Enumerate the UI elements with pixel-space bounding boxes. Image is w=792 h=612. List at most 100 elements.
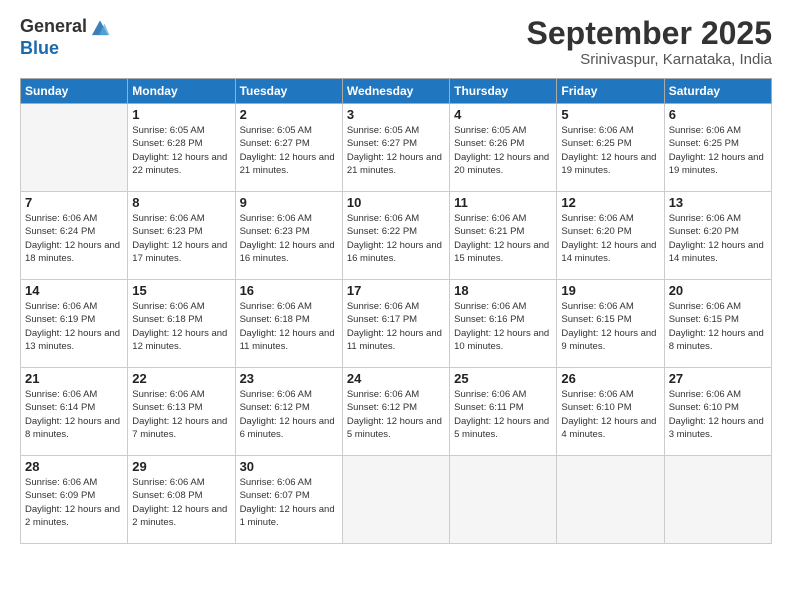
day-info: Sunrise: 6:06 AMSunset: 6:25 PMDaylight:… xyxy=(669,124,767,177)
calendar-cell: 22 Sunrise: 6:06 AMSunset: 6:13 PMDayligh… xyxy=(128,368,235,456)
calendar-cell: 26 Sunrise: 6:06 AMSunset: 6:10 PMDayligh… xyxy=(557,368,664,456)
day-number: 30 xyxy=(240,459,338,474)
calendar-cell xyxy=(342,456,449,544)
day-number: 16 xyxy=(240,283,338,298)
calendar-cell: 17 Sunrise: 6:06 AMSunset: 6:17 PMDayligh… xyxy=(342,280,449,368)
calendar-cell: 5Sunrise: 6:06 AMSunset: 6:25 PMDaylight… xyxy=(557,104,664,192)
calendar-cell: 13 Sunrise: 6:06 AMSunset: 6:20 PMDayligh… xyxy=(664,192,771,280)
header-saturday: Saturday xyxy=(664,79,771,104)
logo-text: General Blue xyxy=(20,16,111,60)
calendar-cell: 19Sunrise: 6:06 AMSunset: 6:15 PMDayligh… xyxy=(557,280,664,368)
day-info: Sunrise: 6:06 AMSunset: 6:14 PMDaylight:… xyxy=(25,388,123,441)
day-number: 7 xyxy=(25,195,123,210)
header-wednesday: Wednesday xyxy=(342,79,449,104)
day-info: Sunrise: 6:06 AMSunset: 6:12 PMDaylight:… xyxy=(347,388,445,441)
day-info: Sunrise: 6:05 AMSunset: 6:28 PMDaylight:… xyxy=(132,124,230,177)
calendar-week-row: 14Sunrise: 6:06 AMSunset: 6:19 PMDayligh… xyxy=(21,280,772,368)
day-number: 8 xyxy=(132,195,230,210)
calendar-cell xyxy=(450,456,557,544)
day-number: 28 xyxy=(25,459,123,474)
day-number: 12 xyxy=(561,195,659,210)
calendar-week-row: 1 Sunrise: 6:05 AMSunset: 6:28 PMDaylight… xyxy=(21,104,772,192)
day-number: 1 xyxy=(132,107,230,122)
day-info: Sunrise: 6:06 AMSunset: 6:25 PMDaylight:… xyxy=(561,124,659,177)
day-number: 15 xyxy=(132,283,230,298)
calendar-cell: 12 Sunrise: 6:06 AMSunset: 6:20 PMDayligh… xyxy=(557,192,664,280)
day-number: 21 xyxy=(25,371,123,386)
day-number: 23 xyxy=(240,371,338,386)
calendar-cell: 14Sunrise: 6:06 AMSunset: 6:19 PMDayligh… xyxy=(21,280,128,368)
day-info: Sunrise: 6:05 AMSunset: 6:27 PMDaylight:… xyxy=(347,124,445,177)
day-info: Sunrise: 6:06 AMSunset: 6:12 PMDaylight:… xyxy=(240,388,338,441)
calendar-table: Sunday Monday Tuesday Wednesday Thursday… xyxy=(20,78,772,544)
logo-general: General xyxy=(20,16,87,38)
logo-icon xyxy=(89,16,111,38)
day-number: 18 xyxy=(454,283,552,298)
calendar-cell: 2Sunrise: 6:05 AMSunset: 6:27 PMDaylight… xyxy=(235,104,342,192)
header-friday: Friday xyxy=(557,79,664,104)
header-sunday: Sunday xyxy=(21,79,128,104)
day-number: 9 xyxy=(240,195,338,210)
day-info: Sunrise: 6:06 AMSunset: 6:17 PMDaylight:… xyxy=(347,300,445,353)
day-number: 29 xyxy=(132,459,230,474)
calendar-cell: 24Sunrise: 6:06 AMSunset: 6:12 PMDayligh… xyxy=(342,368,449,456)
day-info: Sunrise: 6:06 AMSunset: 6:19 PMDaylight:… xyxy=(25,300,123,353)
day-info: Sunrise: 6:06 AMSunset: 6:21 PMDaylight:… xyxy=(454,212,552,265)
calendar-cell: 20 Sunrise: 6:06 AMSunset: 6:15 PMDayligh… xyxy=(664,280,771,368)
header-tuesday: Tuesday xyxy=(235,79,342,104)
day-info: Sunrise: 6:06 AMSunset: 6:18 PMDaylight:… xyxy=(132,300,230,353)
month-title: September 2025 xyxy=(527,16,772,51)
page: General Blue September 2025 Srinivaspur,… xyxy=(0,0,792,612)
day-number: 17 xyxy=(347,283,445,298)
day-info: Sunrise: 6:05 AMSunset: 6:27 PMDaylight:… xyxy=(240,124,338,177)
calendar-cell xyxy=(664,456,771,544)
calendar-week-row: 7Sunrise: 6:06 AMSunset: 6:24 PMDaylight… xyxy=(21,192,772,280)
day-number: 11 xyxy=(454,195,552,210)
calendar-cell: 29 Sunrise: 6:06 AMSunset: 6:08 PMDayligh… xyxy=(128,456,235,544)
day-number: 3 xyxy=(347,107,445,122)
calendar-cell: 1 Sunrise: 6:05 AMSunset: 6:28 PMDaylight… xyxy=(128,104,235,192)
calendar-cell: 23 Sunrise: 6:06 AMSunset: 6:12 PMDayligh… xyxy=(235,368,342,456)
calendar-cell xyxy=(21,104,128,192)
day-number: 25 xyxy=(454,371,552,386)
day-number: 4 xyxy=(454,107,552,122)
day-info: Sunrise: 6:06 AMSunset: 6:13 PMDaylight:… xyxy=(132,388,230,441)
weekday-header-row: Sunday Monday Tuesday Wednesday Thursday… xyxy=(21,79,772,104)
day-info: Sunrise: 6:06 AMSunset: 6:10 PMDaylight:… xyxy=(561,388,659,441)
calendar-cell: 16 Sunrise: 6:06 AMSunset: 6:18 PMDayligh… xyxy=(235,280,342,368)
calendar-cell: 6Sunrise: 6:06 AMSunset: 6:25 PMDaylight… xyxy=(664,104,771,192)
day-info: Sunrise: 6:06 AMSunset: 6:07 PMDaylight:… xyxy=(240,476,338,529)
day-info: Sunrise: 6:06 AMSunset: 6:20 PMDaylight:… xyxy=(669,212,767,265)
logo-blue: Blue xyxy=(20,38,111,60)
calendar-cell: 3 Sunrise: 6:05 AMSunset: 6:27 PMDaylight… xyxy=(342,104,449,192)
calendar-cell: 7Sunrise: 6:06 AMSunset: 6:24 PMDaylight… xyxy=(21,192,128,280)
day-info: Sunrise: 6:06 AMSunset: 6:20 PMDaylight:… xyxy=(561,212,659,265)
calendar-cell: 21 Sunrise: 6:06 AMSunset: 6:14 PMDayligh… xyxy=(21,368,128,456)
day-info: Sunrise: 6:06 AMSunset: 6:18 PMDaylight:… xyxy=(240,300,338,353)
calendar-week-row: 21 Sunrise: 6:06 AMSunset: 6:14 PMDayligh… xyxy=(21,368,772,456)
calendar-cell: 25 Sunrise: 6:06 AMSunset: 6:11 PMDayligh… xyxy=(450,368,557,456)
location-subtitle: Srinivaspur, Karnataka, India xyxy=(527,51,772,68)
day-info: Sunrise: 6:06 AMSunset: 6:23 PMDaylight:… xyxy=(240,212,338,265)
day-info: Sunrise: 6:06 AMSunset: 6:15 PMDaylight:… xyxy=(669,300,767,353)
header-thursday: Thursday xyxy=(450,79,557,104)
day-info: Sunrise: 6:06 AMSunset: 6:11 PMDaylight:… xyxy=(454,388,552,441)
header-monday: Monday xyxy=(128,79,235,104)
day-number: 26 xyxy=(561,371,659,386)
calendar-cell xyxy=(557,456,664,544)
calendar-cell: 4Sunrise: 6:05 AMSunset: 6:26 PMDaylight… xyxy=(450,104,557,192)
day-number: 13 xyxy=(669,195,767,210)
day-number: 22 xyxy=(132,371,230,386)
day-info: Sunrise: 6:06 AMSunset: 6:15 PMDaylight:… xyxy=(561,300,659,353)
logo: General Blue xyxy=(20,16,111,60)
calendar-cell: 10Sunrise: 6:06 AMSunset: 6:22 PMDayligh… xyxy=(342,192,449,280)
day-number: 20 xyxy=(669,283,767,298)
calendar-cell: 27 Sunrise: 6:06 AMSunset: 6:10 PMDayligh… xyxy=(664,368,771,456)
calendar-cell: 18Sunrise: 6:06 AMSunset: 6:16 PMDayligh… xyxy=(450,280,557,368)
day-info: Sunrise: 6:06 AMSunset: 6:09 PMDaylight:… xyxy=(25,476,123,529)
calendar-cell: 30 Sunrise: 6:06 AMSunset: 6:07 PMDayligh… xyxy=(235,456,342,544)
calendar-cell: 8Sunrise: 6:06 AMSunset: 6:23 PMDaylight… xyxy=(128,192,235,280)
day-info: Sunrise: 6:06 AMSunset: 6:10 PMDaylight:… xyxy=(669,388,767,441)
day-info: Sunrise: 6:06 AMSunset: 6:08 PMDaylight:… xyxy=(132,476,230,529)
day-number: 27 xyxy=(669,371,767,386)
